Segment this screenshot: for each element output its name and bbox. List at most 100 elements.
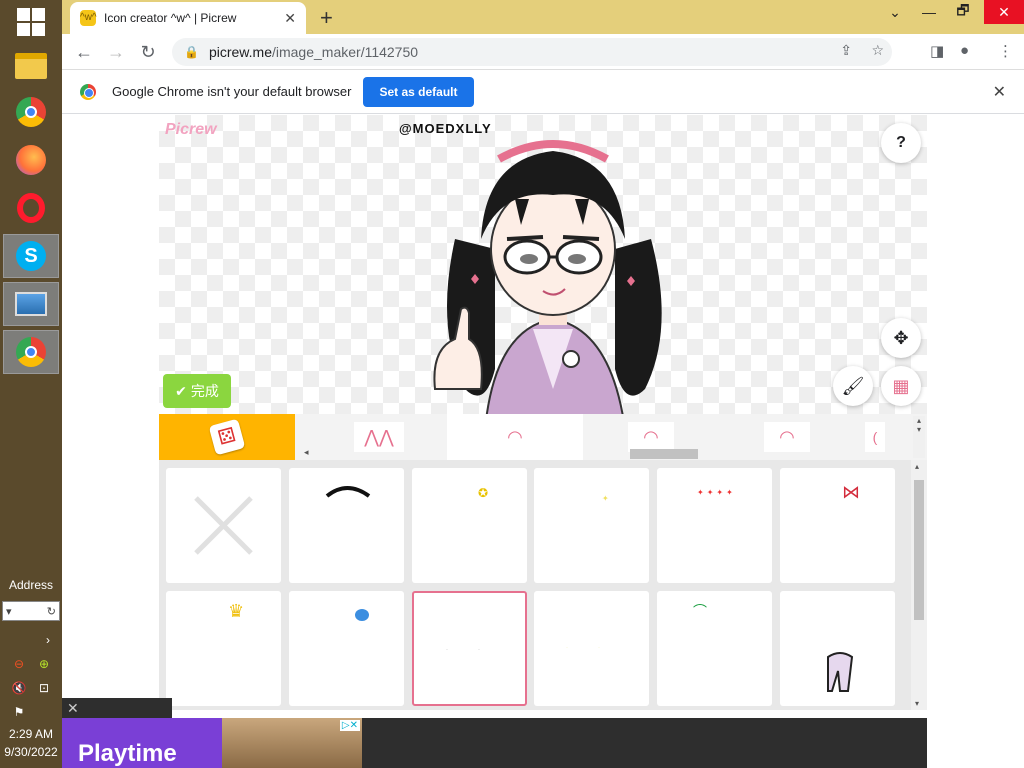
category-vertical-scrollbar[interactable]: ▴ ▾ bbox=[913, 416, 925, 458]
url-host: picrew.me bbox=[208, 44, 272, 60]
scroll-left-icon[interactable]: ◂ bbox=[304, 447, 309, 458]
back-icon[interactable]: ← bbox=[72, 40, 96, 64]
tab-title: Icon creator ^w^ | Picrew bbox=[104, 11, 237, 25]
clock-date[interactable]: 9/30/2022 bbox=[0, 745, 62, 759]
infobar-message: Google Chrome isn't your default browser bbox=[112, 84, 352, 99]
item-option[interactable]: ⋈ bbox=[780, 468, 895, 583]
item-option[interactable]: ⌒ bbox=[657, 591, 772, 706]
star-icon: ✪ bbox=[478, 486, 489, 500]
move-icon[interactable]: ✥ bbox=[881, 318, 921, 358]
help-button[interactable]: ? bbox=[881, 123, 921, 163]
dots-icon: ·· bbox=[446, 647, 510, 653]
confetti-icon: ✦✦✦✦ bbox=[697, 488, 736, 497]
picrew-logo[interactable]: Picrew bbox=[165, 121, 217, 139]
tab-bar: ^w^ Icon creator ^w^ | Picrew ✕ + ⌄ — 🗗 … bbox=[62, 0, 1024, 34]
add-icon[interactable]: ⊕ bbox=[36, 656, 52, 672]
item-option[interactable]: ·· bbox=[534, 591, 649, 706]
profile-avatar-icon[interactable]: ● bbox=[960, 42, 969, 59]
ad-headline[interactable]: Playtime bbox=[62, 718, 222, 768]
chevron-down-icon[interactable]: ▾ bbox=[6, 605, 12, 618]
set-default-button[interactable]: Set as default bbox=[363, 76, 474, 107]
default-browser-infobar: Google Chrome isn't your default browser… bbox=[62, 70, 1024, 114]
dice-icon: ⚄ bbox=[208, 418, 246, 456]
close-window-button[interactable]: ✕ bbox=[984, 0, 1024, 24]
restore-button[interactable]: 🗗 bbox=[946, 0, 980, 24]
address-input[interactable]: ▾ ↻ bbox=[2, 601, 60, 621]
volume-muted-icon[interactable]: 🔇 bbox=[11, 680, 27, 696]
forward-icon[interactable]: → bbox=[104, 40, 128, 64]
item-option[interactable]: ✦ bbox=[534, 468, 649, 583]
address-bar[interactable]: 🔒 picrew.me/image_maker/1142750 ⇪ ☆ bbox=[172, 38, 892, 66]
done-label: 完成 bbox=[190, 383, 219, 399]
file-explorer-icon[interactable] bbox=[3, 44, 59, 88]
browser-toolbar: ← → ↻ 🔒 picrew.me/image_maker/1142750 ⇪ … bbox=[62, 34, 1024, 70]
bow-icon: ⋈ bbox=[842, 482, 860, 502]
tab-search-icon[interactable]: ⌄ bbox=[878, 0, 912, 24]
grid-icon[interactable]: ▦ bbox=[881, 366, 921, 406]
chrome-active-icon[interactable] bbox=[3, 330, 59, 374]
item-option-selected[interactable]: ·· bbox=[412, 591, 527, 706]
tab-picrew[interactable]: ^w^ Icon creator ^w^ | Picrew ✕ bbox=[70, 2, 306, 34]
stop-icon[interactable]: ⊖ bbox=[11, 656, 27, 672]
flag-icon[interactable]: ⚑ bbox=[11, 704, 27, 720]
opera-icon[interactable] bbox=[3, 186, 59, 230]
avatar-canvas[interactable]: Picrew @MOEDXLLY ? ✥ 🖌 ▦ ✔ 完成 bbox=[159, 115, 927, 414]
sparkle-icon: ✦ bbox=[602, 494, 609, 503]
ad-choices-icon[interactable]: ▷✕ bbox=[339, 720, 360, 731]
check-icon: ✔ bbox=[175, 382, 187, 399]
ad-banner[interactable]: Playtime ▷✕ bbox=[62, 718, 927, 768]
network-icon[interactable]: ⊡ bbox=[36, 680, 52, 696]
scarf-icon bbox=[827, 652, 854, 692]
item-option[interactable] bbox=[780, 591, 895, 706]
browser-window: ^w^ Icon creator ^w^ | Picrew ✕ + ⌄ — 🗗 … bbox=[62, 0, 1024, 768]
faint-dots-icon: ·· bbox=[566, 645, 630, 651]
chrome-logo-icon bbox=[80, 83, 96, 100]
ad-close-tab[interactable]: ✕ bbox=[62, 698, 172, 718]
chevron-right-icon[interactable]: › bbox=[40, 632, 56, 648]
hscroll-thumb[interactable] bbox=[630, 449, 698, 459]
chrome-taskbar-icon[interactable] bbox=[3, 90, 59, 134]
tab-close-icon[interactable]: ✕ bbox=[284, 10, 296, 27]
item-grid-scrollbar[interactable]: ▴ ▾ bbox=[911, 460, 927, 710]
url-path: /image_maker/1142750 bbox=[271, 44, 419, 60]
minimize-button[interactable]: — bbox=[912, 0, 946, 24]
clock-time[interactable]: 2:29 AM bbox=[0, 727, 62, 741]
infobar-close-icon[interactable]: ✕ bbox=[993, 82, 1006, 102]
blue-flower-icon bbox=[355, 609, 369, 621]
refresh-icon[interactable]: ↻ bbox=[47, 605, 56, 618]
start-button[interactable] bbox=[3, 0, 59, 44]
menu-kebab-icon[interactable]: ⋮ bbox=[998, 42, 1013, 60]
share-icon[interactable]: ⇪ bbox=[840, 42, 852, 59]
address-label: Address bbox=[8, 578, 54, 592]
item-option[interactable]: ✦✦✦✦ bbox=[657, 468, 772, 583]
item-option[interactable]: ♛ bbox=[166, 591, 281, 706]
item-none[interactable] bbox=[166, 468, 281, 583]
vscroll-thumb[interactable] bbox=[914, 480, 924, 620]
new-tab-button[interactable]: + bbox=[320, 5, 333, 31]
done-button[interactable]: ✔ 完成 bbox=[163, 374, 231, 408]
lock-icon[interactable]: 🔒 bbox=[184, 45, 199, 59]
picrew-page: Picrew @MOEDXLLY ? ✥ 🖌 ▦ ✔ 完成 ⚄ ⋀⋀ ◠ ◠ ◠… bbox=[62, 115, 1024, 768]
side-panel-icon[interactable]: ◨ bbox=[930, 42, 944, 60]
skype-icon[interactable]: S bbox=[3, 234, 59, 278]
brush-icon[interactable]: 🖌 bbox=[833, 366, 873, 406]
scroll-down-icon[interactable]: ▾ bbox=[915, 699, 919, 708]
windows-taskbar: S Address ▾ ↻ › ⊖ ⊕ 🔇 ⊡ ⚑ 2:29 AM 9/30/20… bbox=[0, 0, 62, 768]
scroll-up-icon[interactable]: ▴ bbox=[915, 462, 919, 471]
category-random[interactable]: ⚄ bbox=[159, 414, 295, 460]
category-horizontal-scrollbar[interactable]: ◂ ▸ bbox=[300, 447, 900, 459]
firefox-icon[interactable] bbox=[3, 138, 59, 182]
item-grid: ✪ ✦ ✦✦✦✦ ⋈ ♛ ·· ·· ⌒ ▴ ▾ bbox=[159, 460, 927, 710]
bookmark-star-icon[interactable]: ☆ bbox=[871, 42, 884, 59]
none-x-icon bbox=[194, 496, 253, 555]
item-option[interactable]: ✪ bbox=[412, 468, 527, 583]
photo-viewer-icon[interactable] bbox=[3, 282, 59, 326]
picrew-favicon-icon: ^w^ bbox=[80, 10, 97, 26]
green-leaf-icon: ⌒ bbox=[693, 603, 707, 619]
windows-logo-icon bbox=[17, 8, 45, 36]
item-option[interactable] bbox=[289, 468, 404, 583]
ad-close-icon[interactable]: ✕ bbox=[67, 700, 79, 717]
item-option[interactable] bbox=[289, 591, 404, 706]
reload-icon[interactable]: ↻ bbox=[136, 40, 160, 64]
ad-photo[interactable]: ▷✕ bbox=[222, 718, 362, 768]
